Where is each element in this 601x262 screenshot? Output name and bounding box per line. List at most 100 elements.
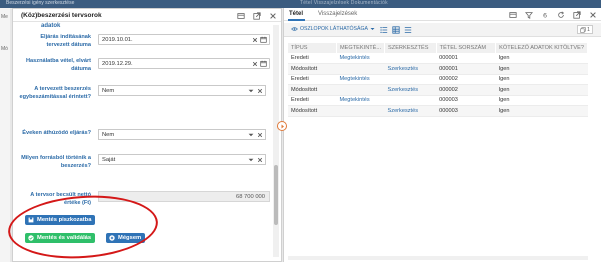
table-row[interactable]: Módosított Szerkesztés 000003 Igen: [288, 105, 588, 117]
tab-feedback[interactable]: Visszajelzések: [318, 11, 357, 17]
cell-edit: Szerkesztés: [384, 63, 437, 75]
cell-edit: [384, 53, 437, 64]
tab-bar: Tétel Visszajelzések 6: [284, 8, 601, 21]
cell-number: 000002: [436, 84, 496, 96]
column-header-required[interactable]: KÖTELEZŐ ADATOK KITÖLTVE?: [495, 43, 588, 53]
panel-title: (Köz)beszerzési tervsorok: [21, 12, 102, 19]
cell-view: Megtekintés: [336, 95, 385, 106]
cell-edit: Szerkesztés: [384, 84, 437, 96]
table-toolbar: OSZLOPOK LÁTHATÓSÁGA 1: [284, 23, 601, 37]
table-row[interactable]: Eredeti Megtekintés 000001 Igen: [288, 53, 588, 64]
field-value: 2019.10.01.: [102, 37, 133, 43]
clear-icon[interactable]: [252, 61, 258, 67]
usage-date-input[interactable]: 2019.12.29.: [98, 58, 270, 69]
cell-edit: [384, 74, 437, 85]
refresh-icon[interactable]: [556, 10, 565, 19]
minimize-icon[interactable]: [236, 11, 245, 20]
horizontal-scrollbar[interactable]: [288, 256, 588, 260]
field-value: Nem: [102, 88, 115, 94]
cell-edit: Szerkesztés: [384, 105, 437, 117]
cell-number: 000001: [436, 53, 496, 64]
open-external-icon[interactable]: [252, 11, 261, 20]
cell-view: Megtekintés: [336, 74, 385, 85]
column-header-edit[interactable]: SZERKESZTÉS: [384, 43, 437, 53]
column-visibility-dropdown[interactable]: OSZLOPOK LÁTHATÓSÁGA: [291, 26, 375, 32]
field-label: A tervezett beszerzés egybeszámítással é…: [19, 86, 91, 100]
cell-view: Megtekintés: [336, 53, 385, 64]
table-row[interactable]: Eredeti Megtekintés 000002 Igen: [288, 74, 588, 85]
close-icon[interactable]: [268, 11, 277, 20]
funding-source-select[interactable]: Saját: [98, 154, 266, 165]
cell-view: [336, 84, 385, 96]
clear-icon[interactable]: [257, 157, 263, 163]
view-link[interactable]: Megtekintés: [340, 76, 370, 82]
eye-icon: [291, 27, 298, 31]
calendar-icon[interactable]: [260, 60, 267, 67]
chevron-down-icon: [370, 28, 375, 30]
filter-icon[interactable]: [524, 10, 533, 19]
column-header-view[interactable]: MEGTEKINTÉ...: [336, 43, 386, 53]
table-header-row: TÍPUS MEGTEKINTÉ... SZERKESZTÉS TÉTEL SO…: [288, 43, 588, 53]
background-sidebar: Me Mó: [0, 8, 10, 262]
view-link[interactable]: Megtekintés: [340, 55, 370, 61]
column-header-number[interactable]: TÉTEL SORSZÁM: [436, 43, 497, 53]
clear-icon[interactable]: [257, 132, 263, 138]
panel-collapse-toggle[interactable]: [277, 121, 287, 131]
view-link[interactable]: Megtekintés: [340, 97, 370, 103]
detail-list-icon[interactable]: [392, 26, 400, 34]
field-label: Használatba vétel, elvárt dátuma: [26, 58, 91, 72]
cell-view: [336, 105, 385, 117]
edit-link[interactable]: Szerkesztés: [388, 87, 418, 93]
svg-text:6: 6: [543, 11, 547, 19]
cell-type: Eredeti: [288, 74, 337, 85]
chevron-down-icon: [248, 133, 254, 137]
table-row[interactable]: Eredeti Megtekintés 000003 Igen: [288, 95, 588, 106]
list-icon[interactable]: [380, 26, 388, 34]
menu-icon[interactable]: [404, 26, 412, 34]
number-icon[interactable]: 6: [540, 10, 549, 19]
field-value: Nem: [102, 132, 115, 138]
cell-view: [336, 63, 385, 75]
chevron-down-icon: [248, 158, 254, 162]
cell-type: Eredeti: [288, 53, 337, 64]
cell-required: Igen: [495, 105, 588, 117]
field-value: 68 700 000: [235, 194, 265, 200]
vertical-scrollbar[interactable]: [273, 25, 279, 257]
background-label: Me: [1, 14, 8, 20]
background-menu: Tétel Visszajelzések Dokumentációk: [300, 0, 388, 6]
field-label: Eljárás indításának tervezett dátuma: [40, 34, 91, 48]
column-header-type[interactable]: TÍPUS: [288, 43, 338, 53]
background-label: Mó: [1, 46, 8, 52]
open-external-icon[interactable]: [572, 10, 581, 19]
cell-type: Eredeti: [288, 95, 337, 106]
calendar-icon[interactable]: [260, 36, 267, 43]
copy-icon: [580, 26, 586, 33]
clear-icon[interactable]: [257, 88, 263, 94]
clear-icon[interactable]: [252, 37, 258, 43]
cell-required: Igen: [495, 95, 588, 106]
column-visibility-label: OSZLOPOK LÁTHATÓSÁGA: [300, 26, 368, 32]
edit-link[interactable]: Szerkesztés: [388, 108, 418, 114]
active-tab-indicator: [288, 19, 305, 21]
background-window-title: Beszerzési igény szerkesztése: [6, 0, 75, 6]
aggregation-select[interactable]: Nem: [98, 85, 266, 96]
items-panel: Tétel Visszajelzések 6 OSZLOPOK LÁTHATÓS…: [283, 8, 601, 262]
cell-required: Igen: [495, 84, 588, 96]
table-row[interactable]: Módosított Szerkesztés 000001 Igen: [288, 63, 588, 75]
table-row[interactable]: Módosított Szerkesztés 000002 Igen: [288, 84, 588, 96]
cell-type: Módosított: [288, 105, 337, 117]
selection-count-badge[interactable]: 1: [577, 25, 593, 34]
minimize-icon[interactable]: [508, 10, 517, 19]
cell-type: Módosított: [288, 84, 337, 96]
cell-number: 000002: [436, 74, 496, 85]
scrollbar-thumb[interactable]: [274, 165, 278, 225]
multi-year-select[interactable]: Nem: [98, 129, 266, 140]
cell-number: 000001: [436, 63, 496, 75]
field-label: Éveken áthúzódó eljárás?: [22, 130, 91, 136]
cell-number: 000003: [436, 95, 496, 106]
edit-link[interactable]: Szerkesztés: [388, 66, 418, 72]
close-icon[interactable]: [588, 10, 597, 19]
start-date-input[interactable]: 2019.10.01.: [98, 34, 270, 45]
background-app-header: Beszerzési igény szerkesztése Tétel Viss…: [0, 0, 601, 8]
tab-item[interactable]: Tétel: [289, 11, 303, 17]
